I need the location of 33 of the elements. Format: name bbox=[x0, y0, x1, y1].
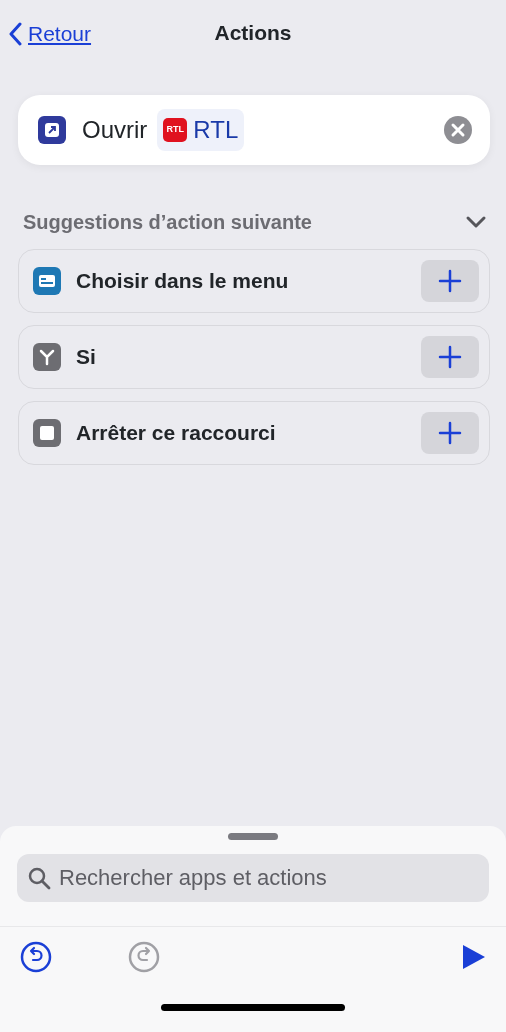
add-button[interactable] bbox=[421, 336, 479, 378]
run-button[interactable] bbox=[462, 944, 486, 970]
redo-icon bbox=[128, 941, 160, 973]
plus-icon bbox=[438, 345, 462, 369]
undo-button[interactable] bbox=[20, 941, 52, 973]
action-verb: Ouvrir bbox=[82, 115, 148, 145]
search-icon bbox=[27, 866, 51, 890]
add-button[interactable] bbox=[421, 260, 479, 302]
undo-icon bbox=[20, 941, 52, 973]
back-button[interactable]: Retour bbox=[8, 18, 92, 50]
search-field[interactable]: Rechercher apps et actions bbox=[17, 854, 489, 902]
branch-icon bbox=[33, 343, 61, 371]
suggestion-row[interactable]: Si bbox=[18, 325, 490, 389]
remove-button[interactable] bbox=[444, 116, 472, 144]
suggestion-label: Choisir dans le menu bbox=[76, 268, 290, 295]
suggestion-row[interactable]: Choisir dans le menu bbox=[18, 249, 490, 313]
suggestion-row[interactable]: Arrêter ce raccourci bbox=[18, 401, 490, 465]
section-title: Suggestions d’action suivante bbox=[23, 210, 312, 235]
menu-icon bbox=[33, 267, 61, 295]
close-icon bbox=[444, 116, 472, 144]
suggestion-label: Si bbox=[76, 344, 97, 371]
stop-icon bbox=[33, 419, 61, 447]
open-app-icon bbox=[38, 116, 66, 144]
chevron-left-icon bbox=[8, 21, 22, 46]
app-logo: RTL bbox=[163, 118, 188, 142]
app-token[interactable]: RTL RTL bbox=[157, 109, 245, 151]
add-button[interactable] bbox=[421, 412, 479, 454]
suggestion-label: Arrêter ce raccourci bbox=[76, 420, 277, 447]
plus-icon bbox=[438, 269, 462, 293]
page-title: Actions bbox=[214, 20, 292, 47]
plus-icon bbox=[438, 421, 462, 445]
play-icon bbox=[462, 944, 486, 970]
sheet-handle[interactable] bbox=[228, 833, 278, 840]
